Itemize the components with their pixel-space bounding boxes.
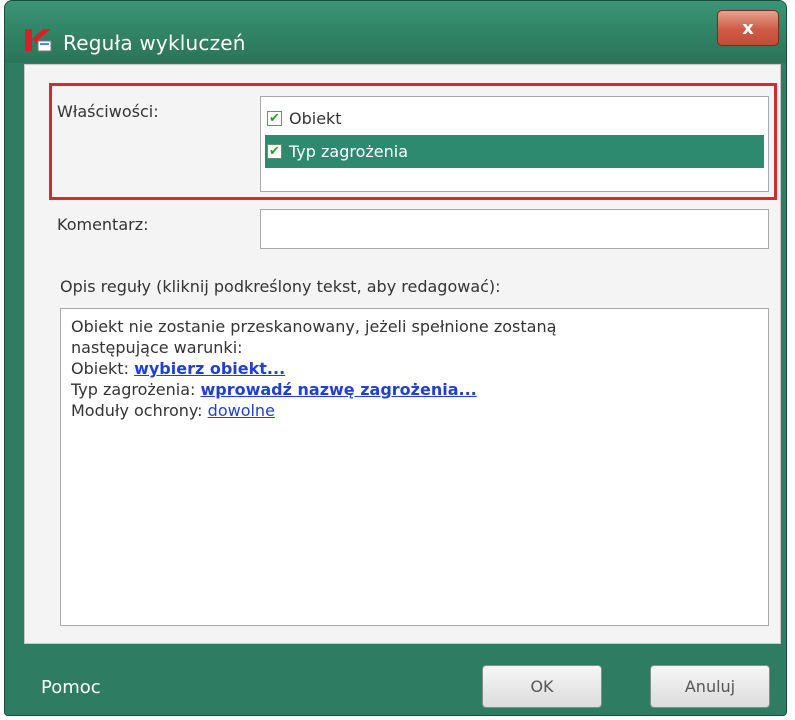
properties-label: Właściwości: [57, 102, 159, 121]
object-prefix: Obiekt: [71, 359, 135, 378]
checkbox-typ-zagrozenia[interactable]: ✔ [267, 144, 282, 159]
list-item-label: Obiekt [289, 109, 342, 128]
checkbox-obiekt[interactable]: ✔ [267, 111, 282, 126]
list-item-typ-zagrozenia[interactable]: ✔ Typ zagrożenia [265, 135, 764, 168]
cancel-button[interactable]: Anuluj [650, 665, 770, 708]
kaspersky-k-icon [25, 29, 52, 52]
object-condition: Obiekt: wybierz obiekt... [71, 358, 758, 379]
properties-list[interactable]: ✔ Obiekt ✔ Typ zagrożenia [260, 96, 769, 192]
title-bar[interactable]: Reguła wykluczeń x [5, 1, 786, 63]
list-item-obiekt[interactable]: ✔ Obiekt [265, 102, 764, 135]
list-item-label: Typ zagrożenia [289, 142, 408, 161]
ok-button[interactable]: OK [482, 665, 602, 708]
threat-prefix: Typ zagrożenia: [71, 380, 201, 399]
protection-modules-link[interactable]: dowolne [208, 401, 275, 420]
description-line: następujące warunki: [71, 338, 243, 357]
description-line: Obiekt nie zostanie przeskanowany, jeżel… [71, 317, 557, 336]
comment-input[interactable] [260, 209, 769, 249]
enter-threat-name-link[interactable]: wprowadź nazwę zagrożenia... [200, 380, 476, 399]
rule-description-box: Obiekt nie zostanie przeskanowany, jeżel… [60, 308, 769, 626]
threat-condition: Typ zagrożenia: wprowadź nazwę zagrożeni… [71, 379, 758, 400]
close-button[interactable]: x [717, 10, 779, 46]
select-object-link[interactable]: wybierz obiekt... [134, 359, 285, 378]
modules-condition: Moduły ochrony: dowolne [71, 400, 758, 421]
window-title: Reguła wykluczeń [63, 31, 246, 55]
modules-prefix: Moduły ochrony: [71, 401, 208, 420]
close-icon: x [742, 17, 754, 39]
comment-label: Komentarz: [57, 215, 149, 234]
dialog-window: Reguła wykluczeń x Właściwości: ✔ Obiekt… [4, 0, 787, 716]
help-link[interactable]: Pomoc [41, 677, 101, 698]
dialog-content: Właściwości: ✔ Obiekt ✔ Typ zagrożenia K… [24, 64, 781, 644]
description-label: Opis reguły (kliknij podkreślony tekst, … [60, 277, 501, 296]
